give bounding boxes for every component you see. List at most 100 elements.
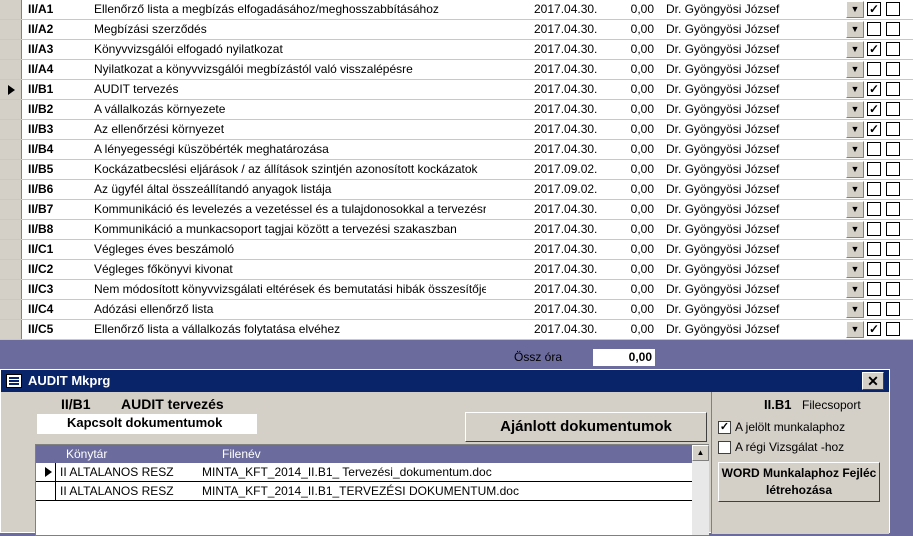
record-selector[interactable] xyxy=(0,0,22,19)
doc-date[interactable]: 2017.09.02. xyxy=(534,160,606,179)
record-selector[interactable] xyxy=(0,180,22,199)
done-checkbox[interactable] xyxy=(867,242,881,256)
doc-title[interactable]: Végleges éves beszámoló xyxy=(94,240,486,259)
doc-date[interactable]: 2017.04.30. xyxy=(534,0,606,19)
doc-title[interactable]: A lényegességi küszöbérték meghatározása xyxy=(94,140,486,159)
dropdown-arrow-icon[interactable]: ▼ xyxy=(846,61,864,78)
doc-person[interactable]: Dr. Gyöngyösi József xyxy=(666,40,846,59)
record-selector[interactable] xyxy=(0,100,22,119)
table-row[interactable]: II/C4 Adózási ellenőrző lista 2017.04.30. 0… xyxy=(0,300,913,320)
file-name[interactable]: MINTA_KFT_2014_II.B1_TERVEZÉSI DOKUMENTU… xyxy=(202,484,519,498)
doc-hours[interactable]: 0,00 xyxy=(606,120,654,139)
dropdown-arrow-icon[interactable]: ▼ xyxy=(846,161,864,178)
extra-checkbox[interactable] xyxy=(886,102,900,116)
doc-person[interactable]: Dr. Gyöngyösi József xyxy=(666,100,846,119)
record-selector[interactable] xyxy=(0,220,22,239)
done-checkbox[interactable] xyxy=(867,262,881,276)
extra-checkbox[interactable] xyxy=(886,222,900,236)
extra-checkbox[interactable] xyxy=(886,42,900,56)
table-row[interactable]: II/B5 Kockázatbecslési eljárások / az áll… xyxy=(0,160,913,180)
doc-date[interactable]: 2017.09.02. xyxy=(534,180,606,199)
doc-hours[interactable]: 0,00 xyxy=(606,220,654,239)
done-checkbox[interactable] xyxy=(867,202,881,216)
doc-date[interactable]: 2017.04.30. xyxy=(534,300,606,319)
dropdown-arrow-icon[interactable]: ▼ xyxy=(846,141,864,158)
table-row[interactable]: II/C5 Ellenőrző lista a vállalkozás folyt… xyxy=(0,320,913,340)
doc-person[interactable]: Dr. Gyöngyösi József xyxy=(666,0,846,19)
done-checkbox[interactable] xyxy=(867,162,881,176)
doc-hours[interactable]: 0,00 xyxy=(606,160,654,179)
doc-hours[interactable]: 0,00 xyxy=(606,200,654,219)
done-checkbox[interactable] xyxy=(867,142,881,156)
extra-checkbox[interactable] xyxy=(886,162,900,176)
doc-title[interactable]: Ellenőrző lista a vállalkozás folytatása… xyxy=(94,320,486,339)
record-selector[interactable] xyxy=(0,280,22,299)
doc-person[interactable]: Dr. Gyöngyösi József xyxy=(666,240,846,259)
doc-person[interactable]: Dr. Gyöngyösi József xyxy=(666,80,846,99)
doc-person[interactable]: Dr. Gyöngyösi József xyxy=(666,120,846,139)
doc-hours[interactable]: 0,00 xyxy=(606,60,654,79)
extra-checkbox[interactable] xyxy=(886,282,900,296)
table-row[interactable]: II/B3 Az ellenőrzési környezet 2017.04.30.… xyxy=(0,120,913,140)
done-checkbox[interactable]: ✓ xyxy=(867,122,881,136)
doc-hours[interactable]: 0,00 xyxy=(606,80,654,99)
done-checkbox[interactable] xyxy=(867,282,881,296)
extra-checkbox[interactable] xyxy=(886,262,900,276)
window-titlebar[interactable]: AUDIT Mkprg ✕ xyxy=(1,370,889,392)
dropdown-arrow-icon[interactable]: ▼ xyxy=(846,201,864,218)
tab-related-documents[interactable]: Kapcsolt dokumentumok xyxy=(37,414,257,434)
doc-hours[interactable]: 0,00 xyxy=(606,100,654,119)
extra-checkbox[interactable] xyxy=(886,302,900,316)
extra-checkbox[interactable] xyxy=(886,142,900,156)
doc-person[interactable]: Dr. Gyöngyösi József xyxy=(666,260,846,279)
doc-title[interactable]: Nem módosított könyvvizsgálati eltérések… xyxy=(94,280,486,299)
doc-date[interactable]: 2017.04.30. xyxy=(534,20,606,39)
option-marked-checkbox[interactable]: ✓ xyxy=(718,421,731,435)
record-selector[interactable] xyxy=(0,20,22,39)
record-selector[interactable] xyxy=(0,80,22,99)
table-row[interactable]: II/A2 Megbízási szerződés 2017.04.30. 0,00 D… xyxy=(0,20,913,40)
doc-person[interactable]: Dr. Gyöngyösi József xyxy=(666,60,846,79)
doc-date[interactable]: 2017.04.30. xyxy=(534,40,606,59)
doc-hours[interactable]: 0,00 xyxy=(606,320,654,339)
option-marked-worksheet[interactable]: ✓ A jelölt munkalaphoz xyxy=(718,420,845,435)
done-checkbox[interactable] xyxy=(867,222,881,236)
doc-hours[interactable]: 0,00 xyxy=(606,180,654,199)
dropdown-arrow-icon[interactable]: ▼ xyxy=(846,21,864,38)
dropdown-arrow-icon[interactable]: ▼ xyxy=(846,281,864,298)
table-row[interactable]: II/B4 A lényegességi küszöbérték meghatár… xyxy=(0,140,913,160)
extra-checkbox[interactable] xyxy=(886,182,900,196)
doc-title[interactable]: Az ügyfél által összeállítandó anyagok l… xyxy=(94,180,486,199)
extra-checkbox[interactable] xyxy=(886,2,900,16)
dropdown-arrow-icon[interactable]: ▼ xyxy=(846,101,864,118)
dropdown-arrow-icon[interactable]: ▼ xyxy=(846,41,864,58)
dropdown-arrow-icon[interactable]: ▼ xyxy=(846,241,864,258)
done-checkbox[interactable]: ✓ xyxy=(867,42,881,56)
file-list-scrollbar[interactable]: ▲ xyxy=(692,445,709,535)
table-row[interactable]: II/A4 Nyilatkozat a könyvvizsgálói megbíz… xyxy=(0,60,913,80)
table-row[interactable]: II/A1 Ellenőrző lista a megbízás elfogadá… xyxy=(0,0,913,20)
list-item[interactable]: II ALTALANOS RESZ MINTA_KFT_2014_II.B1_ T… xyxy=(36,463,692,482)
doc-date[interactable]: 2017.04.30. xyxy=(534,220,606,239)
extra-checkbox[interactable] xyxy=(886,122,900,136)
doc-person[interactable]: Dr. Gyöngyösi József xyxy=(666,180,846,199)
record-selector[interactable] xyxy=(36,463,56,481)
doc-date[interactable]: 2017.04.30. xyxy=(534,80,606,99)
doc-title[interactable]: Megbízási szerződés xyxy=(94,20,486,39)
doc-person[interactable]: Dr. Gyöngyösi József xyxy=(666,140,846,159)
record-selector[interactable] xyxy=(0,240,22,259)
record-selector[interactable] xyxy=(0,60,22,79)
doc-hours[interactable]: 0,00 xyxy=(606,40,654,59)
record-selector[interactable] xyxy=(0,260,22,279)
doc-hours[interactable]: 0,00 xyxy=(606,240,654,259)
doc-hours[interactable]: 0,00 xyxy=(606,20,654,39)
dropdown-arrow-icon[interactable]: ▼ xyxy=(846,1,864,18)
file-name[interactable]: MINTA_KFT_2014_II.B1_ Tervezési_dokument… xyxy=(202,465,492,479)
doc-date[interactable]: 2017.04.30. xyxy=(534,240,606,259)
doc-date[interactable]: 2017.04.30. xyxy=(534,100,606,119)
dropdown-arrow-icon[interactable]: ▼ xyxy=(846,221,864,238)
doc-person[interactable]: Dr. Gyöngyösi József xyxy=(666,220,846,239)
done-checkbox[interactable] xyxy=(867,62,881,76)
done-checkbox[interactable] xyxy=(867,22,881,36)
dropdown-arrow-icon[interactable]: ▼ xyxy=(846,321,864,338)
